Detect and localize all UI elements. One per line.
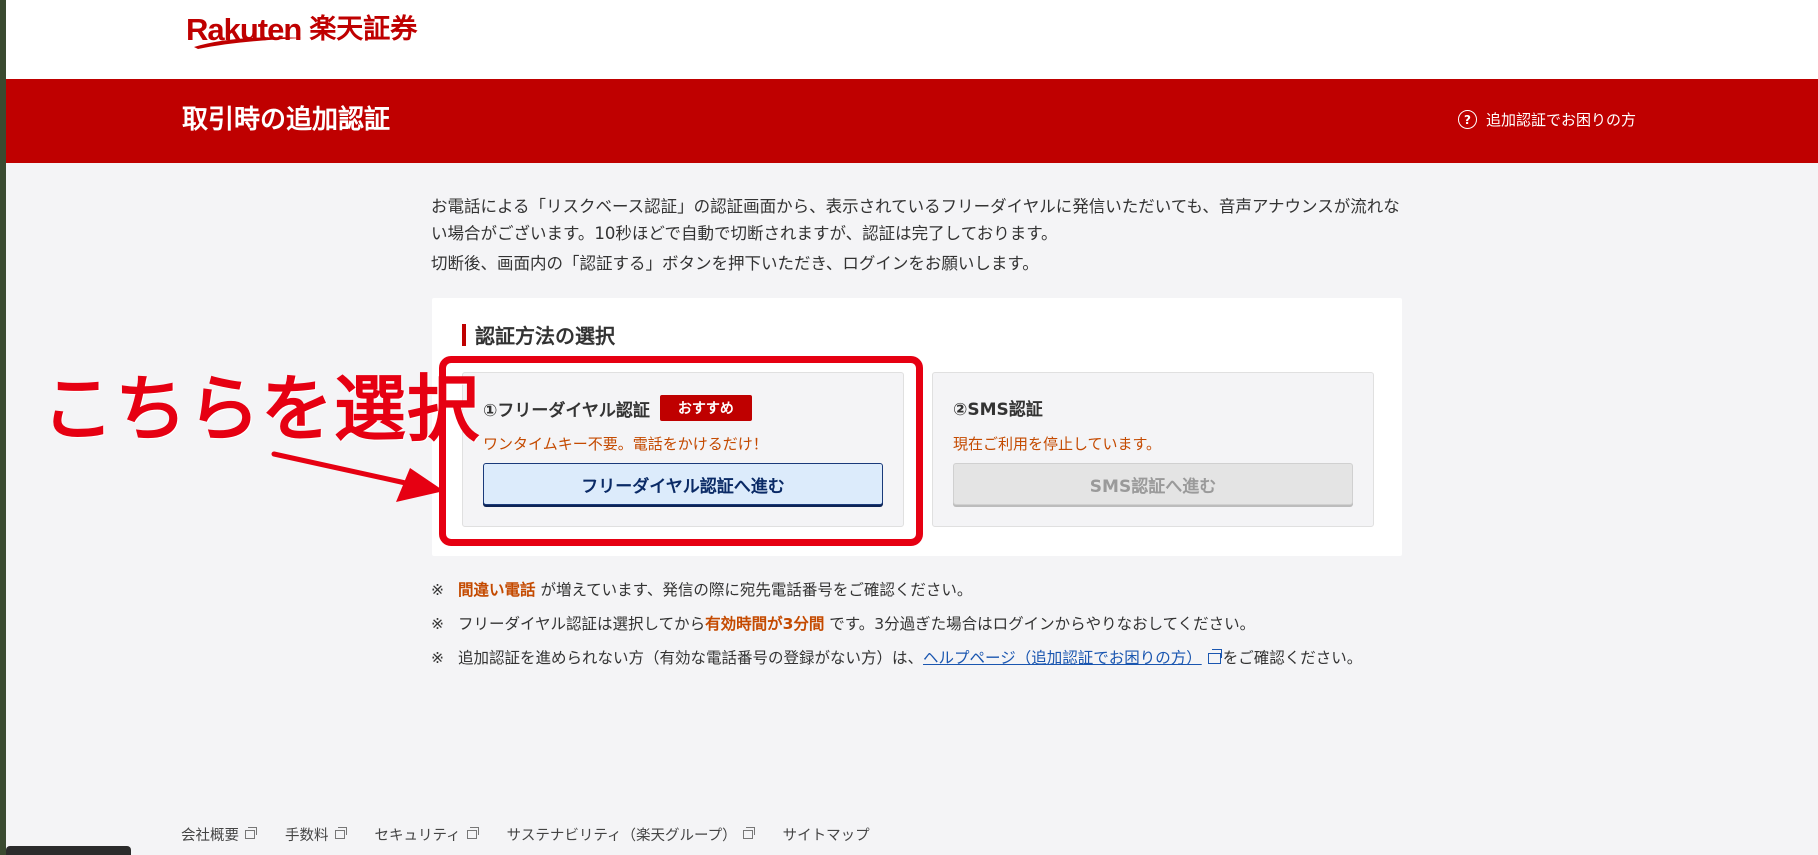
bottom-dark-tab bbox=[6, 846, 131, 855]
external-link-icon bbox=[245, 827, 257, 839]
annotation-highlight-frame bbox=[439, 356, 923, 546]
footer-link-label: 会社概要 bbox=[181, 828, 239, 844]
note-wrong-call-text: が増えています、発信の際に宛先電話番号をご確認ください。 bbox=[535, 581, 973, 599]
note-validity: ※ フリーダイヤル認証は選択してから有効時間が3分間 です。3分過ぎた場合はログ… bbox=[431, 612, 1391, 636]
footer-link-company[interactable]: 会社概要 bbox=[181, 824, 257, 845]
footer-link-label: サイトマップ bbox=[782, 828, 870, 844]
intro-text: お電話による「リスクベース認証」の認証画面から、表示されているフリーダイヤルに発… bbox=[431, 193, 1411, 277]
rakuten-securities-logo[interactable]: Rakuten 楽天証券 bbox=[186, 4, 418, 49]
external-link-icon bbox=[1207, 649, 1222, 664]
footer-link-sustainability[interactable]: サステナビリティ（楽天グループ） bbox=[506, 824, 755, 845]
footer-link-label: セキュリティ bbox=[374, 828, 461, 844]
note-wrong-call: ※ 間違い電話 が増えています、発信の際に宛先電話番号をご確認ください。 bbox=[431, 578, 1391, 602]
footer-link-fees[interactable]: 手数料 bbox=[285, 824, 347, 845]
header: Rakuten 楽天証券 bbox=[6, 0, 1818, 79]
help-circle-icon: ? bbox=[1458, 110, 1477, 129]
option-sms-title: ②SMS認証 bbox=[953, 400, 1043, 420]
help-page-link[interactable]: ヘルプページ（追加認証でお困りの方） bbox=[923, 649, 1202, 667]
annotation-label: こちらを選択 bbox=[42, 367, 481, 451]
notes-list: ※ 間違い電話 が増えています、発信の際に宛先電話番号をご確認ください。 ※ フ… bbox=[431, 578, 1391, 680]
help-link-label: 追加認証でお困りの方 bbox=[1486, 111, 1637, 129]
arrow-icon bbox=[271, 451, 444, 502]
option-sms-header: ②SMS認証 bbox=[953, 395, 1043, 420]
logo-japanese-text: 楽天証券 bbox=[309, 14, 418, 45]
note-validity-pre: フリーダイヤル認証は選択してから bbox=[458, 615, 706, 633]
help-link-trouble[interactable]: ? 追加認証でお困りの方 bbox=[1458, 109, 1636, 130]
section-accent-bar bbox=[462, 323, 466, 346]
intro-paragraph-1: お電話による「リスクベース認証」の認証画面から、表示されているフリーダイヤルに発… bbox=[431, 197, 1400, 243]
logo-swoosh-icon bbox=[194, 37, 302, 49]
note-help-pre: 追加認証を進められない方（有効な電話番号の登録がない方）は、 bbox=[458, 649, 924, 667]
sms-proceed-button: SMS認証へ進む bbox=[953, 463, 1353, 505]
section-title: 認証方法の選択 bbox=[462, 320, 615, 349]
footer-link-security[interactable]: セキュリティ bbox=[374, 824, 479, 845]
note-help: ※ 追加認証を進められない方（有効な電話番号の登録がない方）は、ヘルプページ（追… bbox=[431, 646, 1391, 670]
title-bar: 取引時の追加認証 ? 追加認証でお困りの方 bbox=[6, 79, 1818, 163]
footer-link-sitemap[interactable]: サイトマップ bbox=[783, 824, 870, 845]
footer-links: 会社概要 手数料 セキュリティ サステナビリティ（楽天グループ） サイトマップ bbox=[181, 824, 900, 845]
note-mark: ※ bbox=[431, 649, 444, 667]
note-help-post: をご確認ください。 bbox=[1222, 649, 1363, 667]
external-link-icon bbox=[466, 827, 479, 839]
intro-paragraph-2: 切断後、画面内の「認証する」ボタンを押下いただき、ログインをお願いします。 bbox=[431, 254, 1039, 273]
option-sms-note: 現在ご利用を停止しています。 bbox=[953, 435, 1162, 453]
note-mark: ※ bbox=[431, 581, 444, 599]
footer-link-label: 手数料 bbox=[285, 828, 329, 844]
external-link-icon bbox=[742, 827, 755, 839]
note-wrong-call-emphasis: 間違い電話 bbox=[458, 581, 536, 599]
note-validity-emphasis: 有効時間が3分間 bbox=[705, 615, 825, 633]
note-mark: ※ bbox=[431, 615, 444, 633]
external-link-icon bbox=[334, 827, 347, 839]
option-sms: ②SMS認証 現在ご利用を停止しています。 SMS認証へ進む bbox=[932, 372, 1374, 527]
section-title-label: 認証方法の選択 bbox=[475, 324, 615, 348]
footer-link-label: サステナビリティ（楽天グループ） bbox=[506, 828, 737, 844]
note-validity-post: です。3分過ぎた場合はログインからやりなおしてください。 bbox=[824, 615, 1256, 633]
page-title: 取引時の追加認証 bbox=[182, 105, 391, 135]
